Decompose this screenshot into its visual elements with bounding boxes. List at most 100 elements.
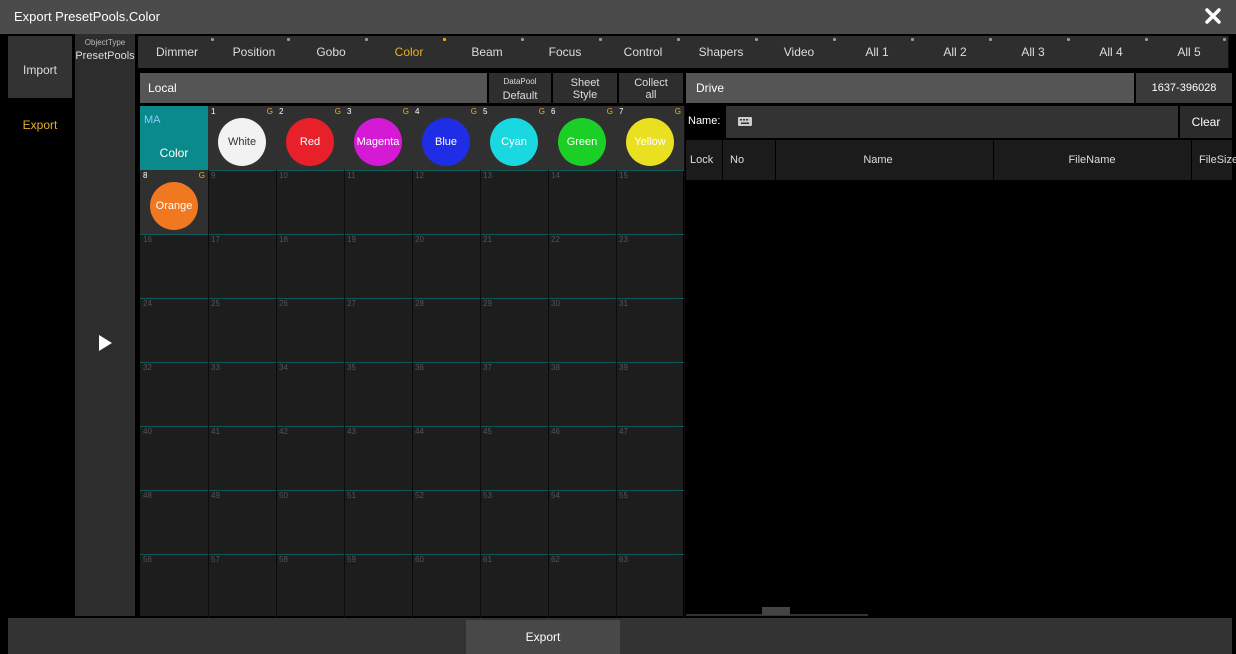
empty-cell[interactable]: 57 [208, 554, 277, 619]
pool-tab[interactable]: All 1 [838, 36, 917, 68]
empty-cell[interactable]: 37 [480, 362, 549, 427]
empty-cell[interactable]: 34 [276, 362, 345, 427]
empty-cell[interactable]: 63 [616, 554, 685, 619]
datapool-button[interactable]: DataPool Default [489, 73, 551, 103]
empty-cell[interactable]: 21 [480, 234, 549, 299]
name-filter-input[interactable] [726, 106, 1178, 138]
preset-pool-grid: MA Color 1 G White 2 G Red 3 G Magenta 4 G Blue 5 G Cy… [140, 106, 685, 619]
empty-cell[interactable]: 45 [480, 426, 549, 491]
cell-number: 23 [619, 235, 628, 244]
empty-cell[interactable]: 51 [344, 490, 413, 555]
object-type-column[interactable]: ObjectType PresetPools [75, 34, 135, 616]
preset-cell[interactable]: 7 G Yellow [616, 106, 685, 171]
export-button[interactable]: Export [466, 620, 620, 654]
empty-cell[interactable]: 19 [344, 234, 413, 299]
column-filesize[interactable]: FileSize [1191, 140, 1236, 180]
empty-cell[interactable]: 46 [548, 426, 617, 491]
empty-cell[interactable]: 12 [412, 170, 481, 235]
empty-cell[interactable]: 47 [616, 426, 685, 491]
empty-cell[interactable]: 22 [548, 234, 617, 299]
empty-cell[interactable]: 60 [412, 554, 481, 619]
play-icon[interactable] [97, 334, 113, 352]
empty-cell[interactable]: 39 [616, 362, 685, 427]
pool-tab[interactable]: Focus [526, 36, 605, 68]
empty-cell[interactable]: 26 [276, 298, 345, 363]
empty-cell[interactable]: 53 [480, 490, 549, 555]
empty-cell[interactable]: 61 [480, 554, 549, 619]
empty-cell[interactable]: 38 [548, 362, 617, 427]
empty-cell[interactable]: 35 [344, 362, 413, 427]
empty-cell[interactable]: 30 [548, 298, 617, 363]
preset-cell[interactable]: 1 G White [208, 106, 277, 171]
pool-tab[interactable]: Shapers [682, 36, 761, 68]
column-name[interactable]: Name [763, 140, 994, 180]
pool-tab[interactable]: Video [760, 36, 839, 68]
preset-cell[interactable]: 3 G Magenta [344, 106, 413, 171]
empty-cell[interactable]: 58 [276, 554, 345, 619]
preset-cell[interactable]: 4 G Blue [412, 106, 481, 171]
empty-cell[interactable]: 18 [276, 234, 345, 299]
empty-cell[interactable]: 13 [480, 170, 549, 235]
preset-cell[interactable]: 5 G Cyan [480, 106, 549, 171]
empty-cell[interactable]: 14 [548, 170, 617, 235]
collect-all-button[interactable]: Collect all [619, 73, 683, 103]
tab-import[interactable]: Import [8, 36, 72, 98]
empty-cell[interactable]: 43 [344, 426, 413, 491]
empty-cell[interactable]: 59 [344, 554, 413, 619]
pool-tab[interactable]: Gobo [292, 36, 371, 68]
pool-tab[interactable]: All 5 [1150, 36, 1229, 68]
empty-cell[interactable]: 31 [616, 298, 685, 363]
empty-cell[interactable]: 11 [344, 170, 413, 235]
pool-header-cell[interactable]: MA Color [140, 106, 209, 171]
preset-cell[interactable]: 2 G Red [276, 106, 345, 171]
empty-cell[interactable]: 42 [276, 426, 345, 491]
pool-tab[interactable]: Beam [448, 36, 527, 68]
pool-tab[interactable]: All 2 [916, 36, 995, 68]
empty-cell[interactable]: 27 [344, 298, 413, 363]
pool-tab[interactable]: Color [370, 36, 449, 68]
empty-cell[interactable]: 17 [208, 234, 277, 299]
column-filename[interactable]: FileName [993, 140, 1192, 180]
tab-export[interactable]: Export [8, 118, 72, 148]
empty-cell[interactable]: 28 [412, 298, 481, 363]
close-icon[interactable] [1204, 7, 1222, 25]
pool-tab[interactable]: Control [604, 36, 683, 68]
clear-button[interactable]: Clear [1180, 106, 1232, 138]
empty-cell[interactable]: 16 [140, 234, 209, 299]
empty-cell[interactable]: 10 [276, 170, 345, 235]
preset-cell[interactable]: 6 G Green [548, 106, 617, 171]
empty-cell[interactable]: 24 [140, 298, 209, 363]
empty-cell[interactable]: 52 [412, 490, 481, 555]
empty-cell[interactable]: 36 [412, 362, 481, 427]
empty-cell[interactable]: 15 [616, 170, 685, 235]
empty-cell[interactable]: 50 [276, 490, 345, 555]
empty-cell[interactable]: 55 [616, 490, 685, 555]
preset-number: 8 [143, 171, 148, 180]
empty-cell[interactable]: 62 [548, 554, 617, 619]
empty-cell[interactable]: 33 [208, 362, 277, 427]
pool-tab[interactable]: Dimmer [138, 36, 217, 68]
empty-cell[interactable]: 32 [140, 362, 209, 427]
empty-cell[interactable]: 48 [140, 490, 209, 555]
empty-cell[interactable]: 56 [140, 554, 209, 619]
pool-tab[interactable]: All 4 [1072, 36, 1151, 68]
pool-tab[interactable]: Position [216, 36, 293, 68]
empty-cell[interactable]: 25 [208, 298, 277, 363]
file-list[interactable] [686, 180, 1232, 616]
empty-cell[interactable]: 49 [208, 490, 277, 555]
empty-cell[interactable]: 54 [548, 490, 617, 555]
sheet-style-button[interactable]: Sheet Style [553, 73, 617, 103]
empty-cell[interactable]: 44 [412, 426, 481, 491]
empty-cell[interactable]: 9 [208, 170, 277, 235]
drive-code[interactable]: 1637-396028 [1136, 73, 1232, 103]
empty-cell[interactable]: 40 [140, 426, 209, 491]
pool-tab[interactable]: All 3 [994, 36, 1073, 68]
preset-cell[interactable]: 8 G Orange [140, 170, 209, 235]
drive-bar[interactable]: Drive [686, 73, 1134, 103]
empty-cell[interactable]: 29 [480, 298, 549, 363]
empty-cell[interactable]: 20 [412, 234, 481, 299]
keyboard-icon[interactable] [738, 117, 752, 126]
empty-cell[interactable]: 23 [616, 234, 685, 299]
scroll-thumb[interactable] [762, 607, 790, 615]
empty-cell[interactable]: 41 [208, 426, 277, 491]
